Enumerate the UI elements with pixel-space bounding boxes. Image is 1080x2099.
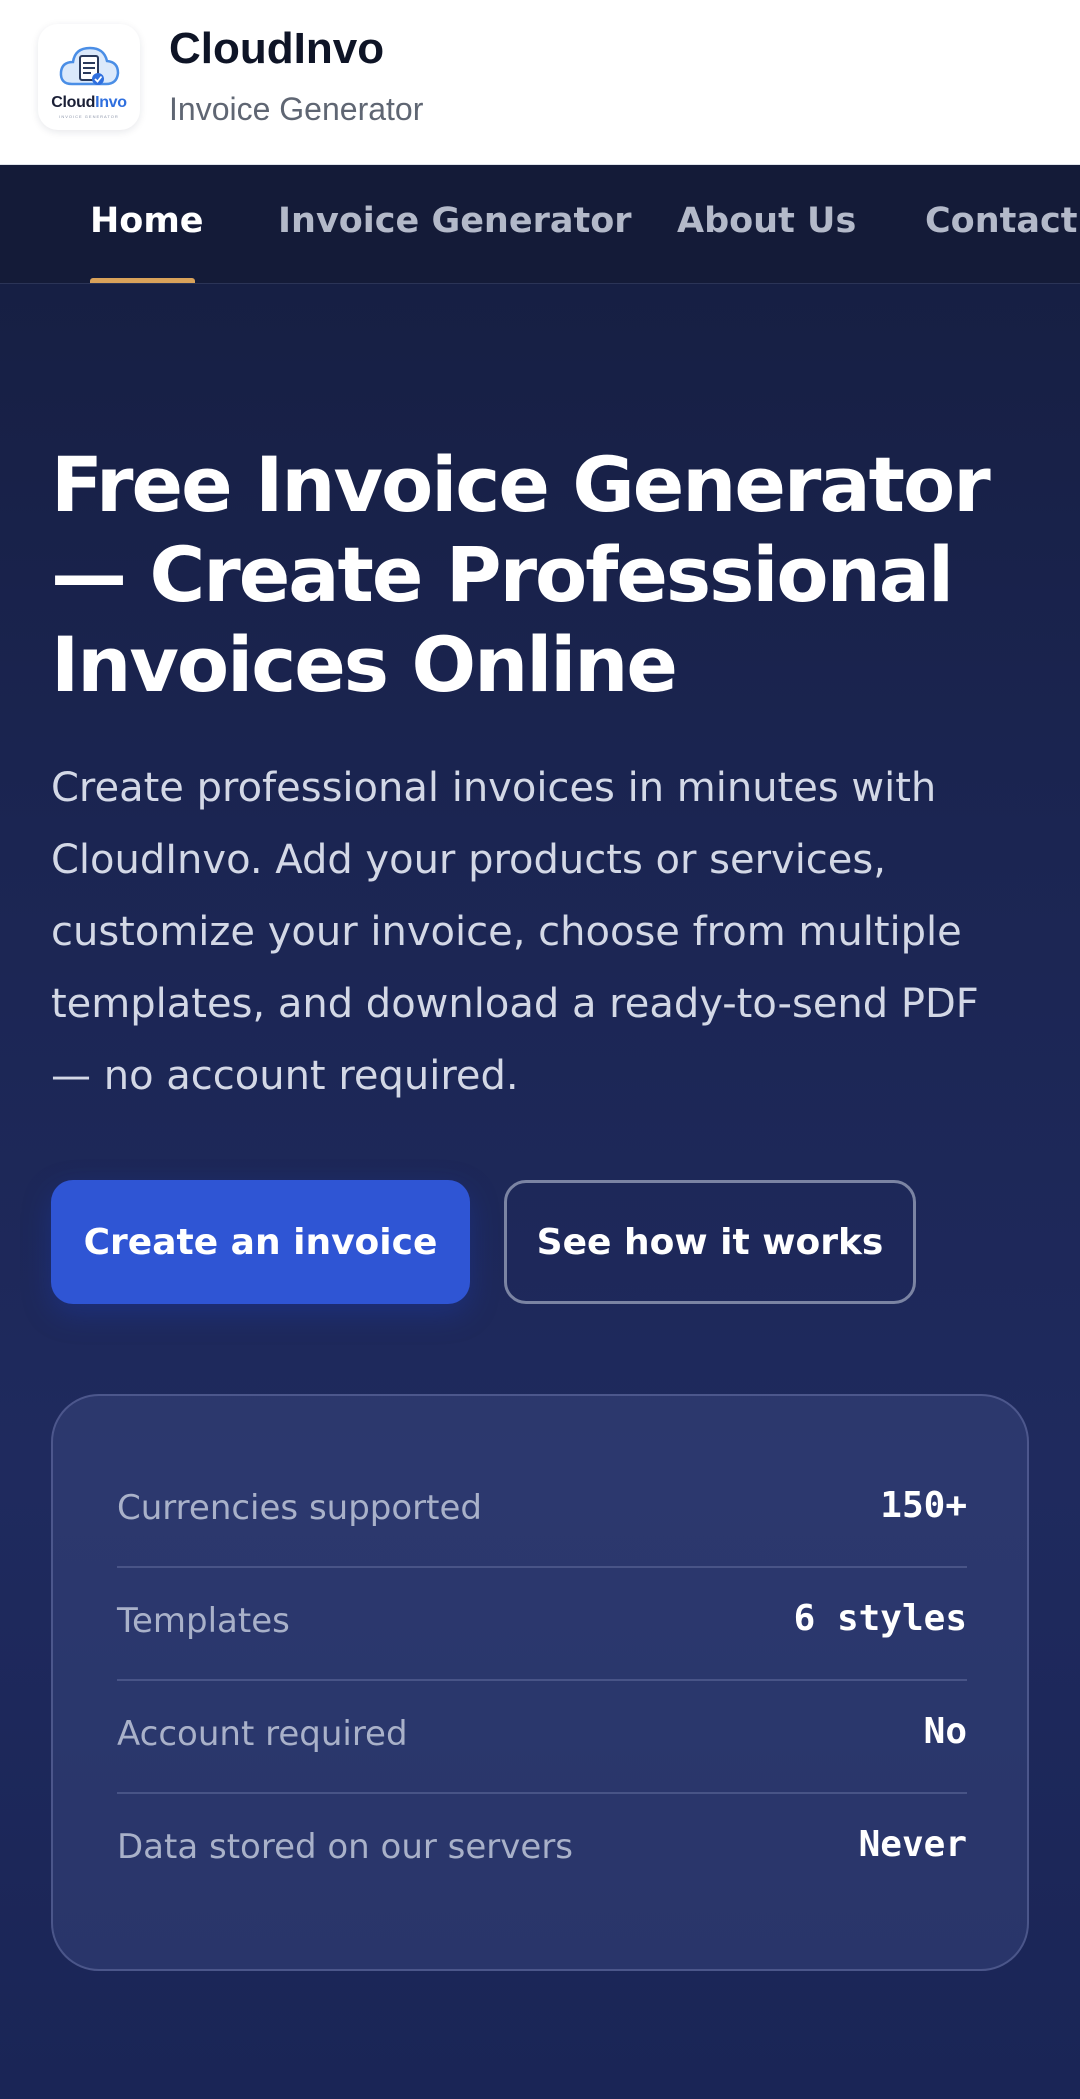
main-nav: Home Invoice Generator About Us Contact	[0, 165, 1080, 284]
see-how-it-works-button[interactable]: See how it works	[504, 1180, 916, 1304]
stat-value: Never	[858, 1824, 967, 1865]
stat-value: No	[923, 1711, 967, 1752]
hero-description-line: templates, and download a ready-to-send …	[51, 981, 979, 1027]
hero-description-line: Create professional invoices in minutes …	[51, 765, 937, 811]
create-invoice-button[interactable]: Create an invoice	[51, 1180, 470, 1304]
stat-value: 150+	[880, 1485, 967, 1526]
logo-tagline: INVOICE GENERATOR	[59, 114, 119, 119]
brand-name[interactable]: CloudInvo	[169, 24, 384, 74]
logo-wordmark: CloudInvo	[51, 94, 127, 111]
stat-label: Account required	[117, 1714, 408, 1754]
cloud-invoice-icon	[59, 46, 120, 86]
cloudinvo-logo[interactable]: CloudInvo INVOICE GENERATOR	[38, 24, 140, 130]
nav-item-contact[interactable]: Contact	[925, 201, 1077, 241]
hero-title: Free Invoice Generator — Create Professi…	[51, 440, 1051, 710]
hero-title-line: Invoices Online	[51, 620, 678, 709]
hero-description: Create professional invoices in minutes …	[51, 752, 1041, 1112]
nav-item-about-us[interactable]: About Us	[677, 201, 856, 241]
hero-title-line: Free Invoice Generator	[51, 440, 991, 529]
stat-row-data-stored: Data stored on our servers Never	[117, 1794, 967, 1907]
stat-label: Currencies supported	[117, 1488, 482, 1528]
stat-row-currencies: Currencies supported 150+	[117, 1455, 967, 1568]
hero-title-line: — Create Professional	[51, 530, 954, 619]
stat-row-account-required: Account required No	[117, 1681, 967, 1794]
stats-card: Currencies supported 150+ Templates 6 st…	[51, 1394, 1029, 1971]
brand-subtitle: Invoice Generator	[169, 91, 424, 127]
stat-label: Data stored on our servers	[117, 1827, 574, 1867]
app-header: CloudInvo INVOICE GENERATOR CloudInvo In…	[0, 0, 1080, 165]
nav-item-invoice-generator[interactable]: Invoice Generator	[278, 201, 632, 241]
hero-description-line: — no account required.	[51, 1053, 519, 1099]
stat-value: 6 styles	[793, 1598, 967, 1639]
stat-label: Templates	[117, 1601, 290, 1641]
hero-description-line: CloudInvo. Add your products or services…	[51, 837, 886, 883]
stat-row-templates: Templates 6 styles	[117, 1568, 967, 1681]
nav-item-home[interactable]: Home	[90, 201, 204, 241]
hero-description-line: customize your invoice, choose from mult…	[51, 909, 962, 955]
active-tab-indicator	[90, 278, 195, 283]
